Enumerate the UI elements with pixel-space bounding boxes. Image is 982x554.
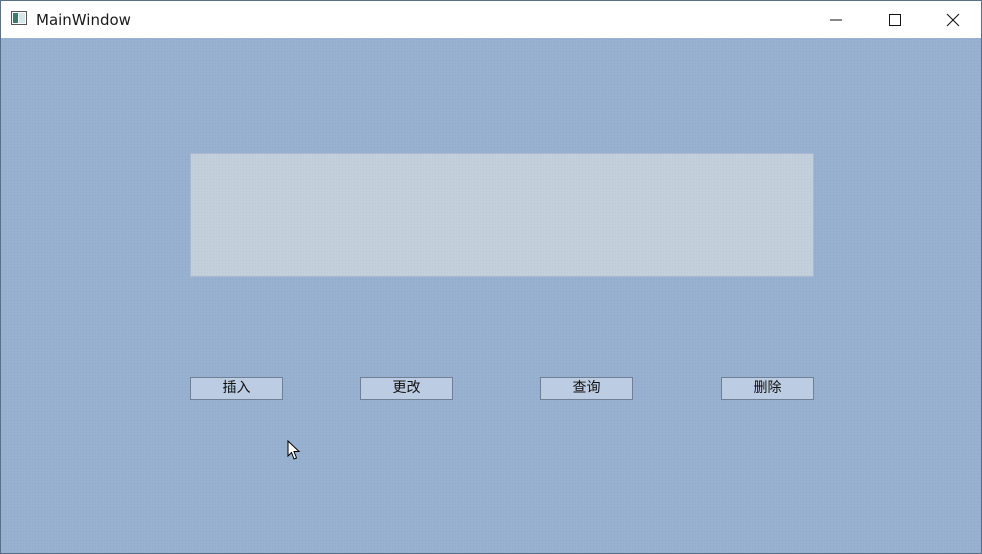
maximize-icon [889, 14, 901, 26]
client-area: 插入 更改 查询 删除 [1, 38, 981, 553]
title-bar[interactable]: MainWindow [1, 1, 981, 38]
insert-button[interactable]: 插入 [190, 377, 283, 400]
close-button[interactable] [924, 1, 981, 38]
query-button[interactable]: 查询 [540, 377, 633, 400]
main-window: MainWindow 插入 更改 查询 删除 [0, 0, 982, 554]
text-display-area[interactable] [190, 153, 814, 277]
minimize-button[interactable] [807, 1, 865, 38]
maximize-button[interactable] [866, 1, 924, 38]
window-title: MainWindow [36, 11, 131, 29]
update-button[interactable]: 更改 [360, 377, 453, 400]
delete-button[interactable]: 删除 [721, 377, 814, 400]
app-icon [11, 11, 27, 25]
mouse-cursor-icon [287, 440, 301, 460]
minimize-icon [830, 19, 842, 21]
close-icon [946, 13, 960, 27]
